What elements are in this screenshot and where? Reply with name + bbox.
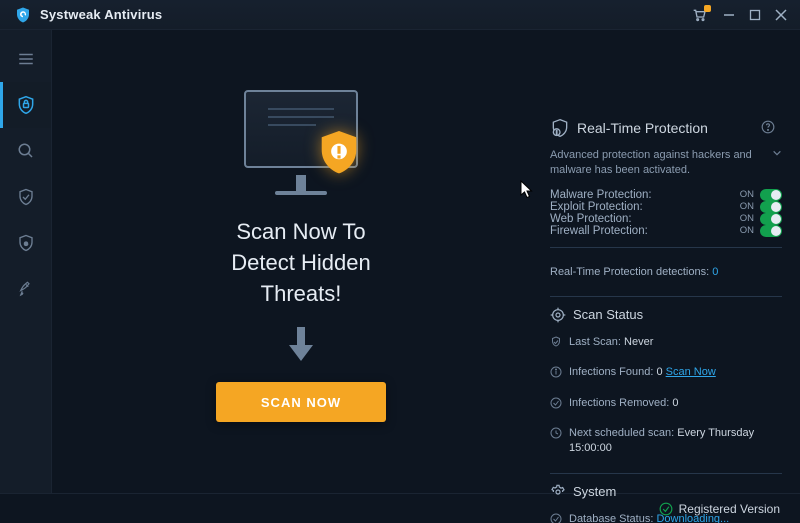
- toggle-exploit-switch[interactable]: ON: [740, 201, 782, 213]
- chevron-down-icon: [766, 148, 782, 163]
- system-title: System: [550, 484, 782, 500]
- info-icon: [550, 366, 562, 383]
- sidebar-item-menu[interactable]: [0, 36, 51, 82]
- sidebar-item-dashboard[interactable]: [0, 82, 51, 128]
- check-circle-icon: [550, 513, 562, 523]
- minimize-button[interactable]: [716, 2, 742, 28]
- sidebar-item-privacy[interactable]: e: [0, 220, 51, 266]
- scan-status-title: Scan Status: [550, 307, 782, 323]
- next-scan-row: Next scheduled scan: Every Thursday 15:0…: [550, 426, 782, 457]
- hero-pane: Scan Now To Detect Hidden Threats! SCAN …: [52, 30, 550, 493]
- check-circle-icon: [550, 397, 562, 414]
- toggle-malware: Malware Protection:ON: [550, 189, 782, 201]
- maximize-button[interactable]: [742, 2, 768, 28]
- scan-now-link[interactable]: Scan Now: [666, 366, 716, 378]
- app-title: Systweak Antivirus: [40, 7, 162, 22]
- toggle-exploit: Exploit Protection:ON: [550, 201, 782, 213]
- toggle-firewall: Firewall Protection:ON: [550, 225, 782, 237]
- arrow-down-icon: [286, 327, 316, 368]
- toggle-firewall-switch[interactable]: ON: [740, 225, 782, 237]
- infections-found-row: Infections Found: 0 Scan Now: [550, 365, 782, 383]
- toggle-malware-switch[interactable]: ON: [740, 189, 782, 201]
- rtp-title: i Real-Time Protection: [550, 118, 782, 138]
- title-bar: Systweak Antivirus: [0, 0, 800, 30]
- infections-removed-row: Infections Removed: 0: [550, 396, 782, 414]
- sidebar-item-protection[interactable]: [0, 174, 51, 220]
- cart-icon[interactable]: [686, 2, 712, 28]
- clock-icon: [550, 427, 562, 444]
- rtp-note[interactable]: Advanced protection against hackers and …: [550, 148, 782, 179]
- help-icon[interactable]: [761, 120, 782, 137]
- last-scan-row: Last Scan: Never: [550, 335, 782, 353]
- toggle-web-switch[interactable]: ON: [740, 213, 782, 225]
- app-logo-icon: [14, 6, 32, 24]
- sidebar-item-scan[interactable]: [0, 128, 51, 174]
- svg-text:i: i: [556, 130, 557, 136]
- shield-warning-icon: [320, 131, 358, 175]
- monitor-illustration: [236, 90, 366, 195]
- close-button[interactable]: [768, 2, 794, 28]
- rtp-detections: Real-Time Protection detections: 0: [550, 266, 782, 278]
- db-status-row: Database Status: Downloading...: [550, 512, 782, 523]
- hero-headline: Scan Now To Detect Hidden Threats!: [231, 217, 370, 309]
- status-panel: i Real-Time Protection Advanced protecti…: [550, 30, 800, 493]
- sidebar: e: [0, 30, 52, 493]
- toggle-web: Web Protection:ON: [550, 213, 782, 225]
- svg-text:e: e: [24, 240, 28, 247]
- scan-now-button[interactable]: SCAN NOW: [216, 382, 386, 422]
- check-shield-icon: [550, 336, 562, 353]
- sidebar-item-tools[interactable]: [0, 266, 51, 312]
- cart-badge: [704, 5, 711, 12]
